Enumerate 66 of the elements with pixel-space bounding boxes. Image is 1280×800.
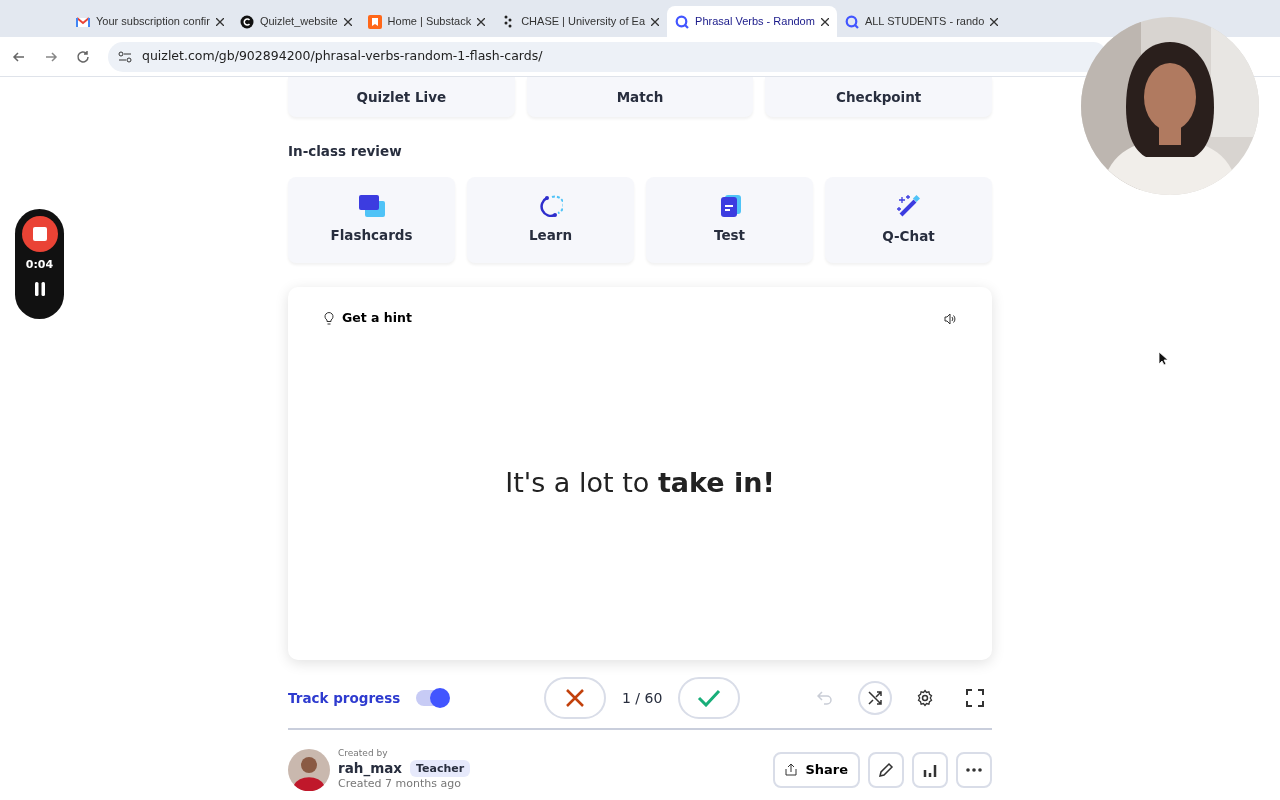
fullscreen-icon xyxy=(966,689,984,708)
speaker-icon[interactable] xyxy=(944,312,956,325)
know-button[interactable] xyxy=(678,677,741,720)
share-icon xyxy=(785,763,798,777)
lightbulb-icon xyxy=(324,312,334,326)
stats-button[interactable] xyxy=(912,751,948,788)
study-mode-card[interactable]: Quizlet Live xyxy=(288,77,515,117)
cards-icon xyxy=(358,195,385,218)
close-icon[interactable] xyxy=(477,17,486,26)
document-icon xyxy=(718,195,741,218)
section-heading: In-class review xyxy=(288,142,403,161)
close-icon[interactable] xyxy=(820,17,829,26)
cross-icon xyxy=(565,688,585,709)
recording-timer: 0:04 xyxy=(25,257,54,273)
study-mode-card[interactable]: Flashcards xyxy=(288,177,455,264)
stop-recording-button[interactable] xyxy=(21,216,58,252)
close-icon[interactable] xyxy=(651,17,660,26)
created-date: Created 7 months ago xyxy=(338,777,462,791)
more-icon xyxy=(966,767,982,772)
forward-icon[interactable] xyxy=(44,49,58,64)
search-logo-icon xyxy=(844,14,859,29)
browser-tab[interactable]: Home | Substack xyxy=(359,6,494,37)
share-button[interactable]: Share xyxy=(773,751,860,788)
bookmark-icon xyxy=(367,14,382,29)
back-icon[interactable] xyxy=(12,49,26,64)
pencil-icon xyxy=(878,761,894,778)
edit-button[interactable] xyxy=(868,751,904,788)
study-mode-card[interactable]: Match xyxy=(526,77,754,117)
role-tag: Teacher xyxy=(410,759,471,778)
study-mode-card[interactable]: Q-Chat xyxy=(825,177,992,264)
site-settings-icon[interactable] xyxy=(118,50,132,63)
shuffle-icon xyxy=(867,690,883,707)
card-term: It's a lot to take in! xyxy=(505,465,775,500)
close-icon[interactable] xyxy=(990,17,999,26)
track-progress-toggle[interactable] xyxy=(416,690,449,707)
cursor-icon xyxy=(1158,351,1168,366)
browser-tab[interactable]: CHASE | University of Ea xyxy=(493,6,668,37)
check-icon xyxy=(697,689,722,708)
close-icon[interactable] xyxy=(215,17,224,26)
more-button[interactable] xyxy=(956,751,992,788)
hint-button[interactable]: Get a hint xyxy=(324,309,412,328)
study-mode-card[interactable]: Learn xyxy=(467,177,634,264)
study-mode-card[interactable]: Test xyxy=(646,177,813,264)
browser-tab[interactable]: Quizlet_website xyxy=(231,6,360,37)
envelope-icon xyxy=(76,14,90,29)
browser-tab[interactable]: Phrasal Verbs - Random xyxy=(667,6,837,37)
pause-icon[interactable] xyxy=(33,281,46,296)
created-by-label: Created by xyxy=(338,748,389,760)
track-progress-label: Track progress xyxy=(288,689,401,709)
gear-icon xyxy=(916,689,934,708)
dont-know-button[interactable] xyxy=(544,677,606,720)
flashcard[interactable]: Get a hint It's a lot to take in! xyxy=(288,287,992,661)
magic-wand-icon xyxy=(896,194,921,219)
browser-tab[interactable]: ALL STUDENTS - rando xyxy=(836,6,1007,37)
avatar[interactable] xyxy=(288,748,330,791)
letter-logo-icon xyxy=(239,14,254,29)
reload-icon[interactable] xyxy=(76,49,90,64)
loop-icon xyxy=(538,195,563,218)
browser-tab[interactable]: Your subscription confir xyxy=(68,6,232,37)
card-counter: 1 / 60 xyxy=(622,688,663,708)
undo-icon xyxy=(817,691,833,706)
shuffle-button[interactable] xyxy=(858,681,892,716)
creator-name[interactable]: rah_max xyxy=(338,759,402,777)
study-mode-card[interactable]: Checkpoint xyxy=(765,77,992,117)
search-logo-icon xyxy=(675,14,690,29)
close-icon[interactable] xyxy=(343,17,352,26)
